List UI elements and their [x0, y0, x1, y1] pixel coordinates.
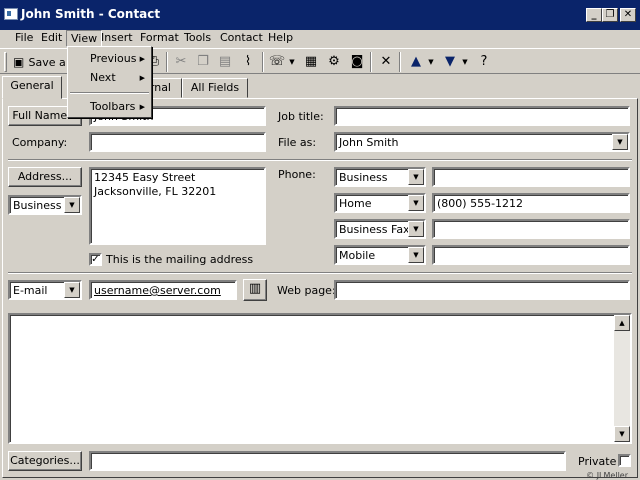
- menu-item-toolbars[interactable]: Toolbars ▶: [70, 98, 149, 116]
- chevron-down-icon[interactable]: ▼: [612, 134, 628, 150]
- email-field[interactable]: username@server.com: [89, 280, 237, 300]
- email-value: username@server.com: [94, 284, 221, 297]
- address-line-2: Jacksonville, FL 32201: [94, 185, 217, 198]
- address-type-combo[interactable]: Business ▼: [8, 195, 82, 215]
- contact-card-icon[interactable]: [4, 8, 18, 20]
- toolbar-separator: [399, 52, 401, 72]
- previous-item-icon[interactable]: ▲: [405, 52, 427, 72]
- menu-tools[interactable]: Tools: [180, 30, 215, 47]
- journal-icon[interactable]: ◙: [346, 52, 368, 72]
- tab-all-fields[interactable]: All Fields: [182, 78, 248, 98]
- save-icon: ▣: [13, 55, 25, 69]
- address-textarea[interactable]: 12345 Easy Street Jacksonville, FL 32201: [89, 167, 266, 245]
- menu-bar: File Edit View Insert Format Tools Conta…: [0, 30, 640, 47]
- menu-item-previous[interactable]: Previous ▶: [70, 50, 149, 68]
- email-type-value: E-mail: [13, 284, 48, 297]
- company-label: Company:: [12, 136, 68, 149]
- menu-insert[interactable]: Insert: [97, 30, 137, 47]
- private-checkbox[interactable]: [618, 454, 631, 467]
- delete-icon[interactable]: ✕: [375, 52, 397, 72]
- submenu-arrow-icon: ▶: [139, 74, 145, 82]
- phone-field-1[interactable]: [432, 167, 630, 187]
- paste-icon[interactable]: ▤: [214, 52, 236, 72]
- chevron-down-icon[interactable]: ▼: [408, 195, 424, 211]
- attach-icon[interactable]: ⌇: [237, 52, 259, 72]
- menu-contact[interactable]: Contact: [216, 30, 267, 47]
- title-bar: John Smith - Contact _ ❐ ✕: [0, 0, 640, 30]
- menu-help[interactable]: Help: [264, 30, 297, 47]
- phone-field-4[interactable]: [432, 245, 630, 265]
- phone-type-combo-3[interactable]: Business Fax ▼: [334, 219, 426, 239]
- section-divider: [8, 159, 632, 161]
- phone-type-combo-2[interactable]: Home ▼: [334, 193, 426, 213]
- address-line-1: 12345 Easy Street: [94, 171, 196, 184]
- chevron-down-icon[interactable]: ▼: [64, 197, 80, 213]
- tab-general[interactable]: General: [2, 76, 62, 99]
- submenu-arrow-icon: ▶: [139, 55, 145, 63]
- menu-format[interactable]: Format: [136, 30, 183, 47]
- phone-field-2[interactable]: (800) 555-1212: [432, 193, 630, 213]
- chevron-down-icon[interactable]: ▼: [408, 221, 424, 237]
- call-icon[interactable]: ☏: [266, 52, 288, 72]
- file-as-combo[interactable]: John Smith ▼: [334, 132, 630, 152]
- previous-dropdown-icon[interactable]: ▼: [427, 52, 435, 72]
- submenu-arrow-icon: ▶: [139, 103, 145, 111]
- next-dropdown-icon[interactable]: ▼: [461, 52, 469, 72]
- file-as-value: John Smith: [339, 136, 399, 149]
- toolbar-separator: [370, 52, 372, 72]
- next-item-icon[interactable]: ▼: [439, 52, 461, 72]
- menu-item-next[interactable]: Next ▶: [70, 69, 149, 87]
- scroll-down-icon[interactable]: ▼: [614, 426, 630, 442]
- copy-icon[interactable]: ❐: [192, 52, 214, 72]
- phone-type-4: Mobile: [339, 249, 376, 262]
- mailing-address-checkbox[interactable]: ✓: [89, 253, 102, 266]
- copyright-watermark: © JLMeller: [586, 471, 628, 480]
- phone-type-3: Business Fax: [339, 223, 410, 236]
- toolbar-grip[interactable]: [4, 52, 7, 72]
- minimize-button[interactable]: _: [586, 8, 602, 22]
- scroll-up-icon[interactable]: ▲: [614, 315, 630, 331]
- phone-type-2: Home: [339, 197, 372, 210]
- email-type-combo[interactable]: E-mail ▼: [8, 280, 82, 300]
- call-dropdown-icon[interactable]: ▼: [288, 52, 296, 72]
- phone-label: Phone:: [278, 168, 316, 181]
- notes-scrollbar[interactable]: ▲ ▼: [614, 315, 630, 442]
- chevron-down-icon[interactable]: ▼: [408, 247, 424, 263]
- restore-button[interactable]: ❐: [602, 8, 618, 22]
- categories-field[interactable]: [89, 451, 566, 471]
- toolbar-separator: [262, 52, 264, 72]
- view-dropdown-menu: Previous ▶ Next ▶ Toolbars ▶: [67, 46, 152, 118]
- company-field[interactable]: [89, 132, 266, 152]
- web-page-label: Web page:: [277, 284, 336, 297]
- address-button[interactable]: Address...: [8, 167, 82, 187]
- menu-separator: [70, 92, 149, 94]
- menu-edit[interactable]: Edit: [37, 30, 66, 47]
- job-title-label: Job title:: [278, 110, 324, 123]
- notes-textarea[interactable]: ▲ ▼: [8, 313, 632, 444]
- cut-icon[interactable]: ✂: [170, 52, 192, 72]
- menu-file[interactable]: File: [11, 30, 37, 47]
- phone-type-combo-1[interactable]: Business ▼: [334, 167, 426, 187]
- phone-field-3[interactable]: [432, 219, 630, 239]
- chevron-down-icon[interactable]: ▼: [408, 169, 424, 185]
- chevron-down-icon[interactable]: ▼: [64, 282, 80, 298]
- window-title: John Smith - Contact: [21, 7, 161, 21]
- categories-button[interactable]: Categories...: [8, 451, 82, 471]
- web-page-field[interactable]: [334, 280, 630, 300]
- mailing-address-label: This is the mailing address: [106, 253, 254, 266]
- toolbar-separator: [166, 52, 168, 72]
- section-divider: [8, 272, 632, 274]
- address-book-icon[interactable]: ▥: [243, 279, 267, 301]
- save-and-close-button[interactable]: ▣ Save a: [11, 52, 69, 72]
- help-icon[interactable]: ?: [473, 52, 495, 72]
- phone-type-1: Business: [339, 171, 388, 184]
- job-title-field[interactable]: [334, 106, 630, 126]
- address-type-value: Business: [13, 199, 62, 212]
- file-as-label: File as:: [278, 136, 317, 149]
- phone-type-combo-4[interactable]: Mobile ▼: [334, 245, 426, 265]
- private-label: Private: [578, 455, 617, 468]
- close-button[interactable]: ✕: [620, 8, 636, 22]
- new-task-icon[interactable]: ⚙: [323, 52, 345, 72]
- new-meeting-icon[interactable]: ▦: [300, 52, 322, 72]
